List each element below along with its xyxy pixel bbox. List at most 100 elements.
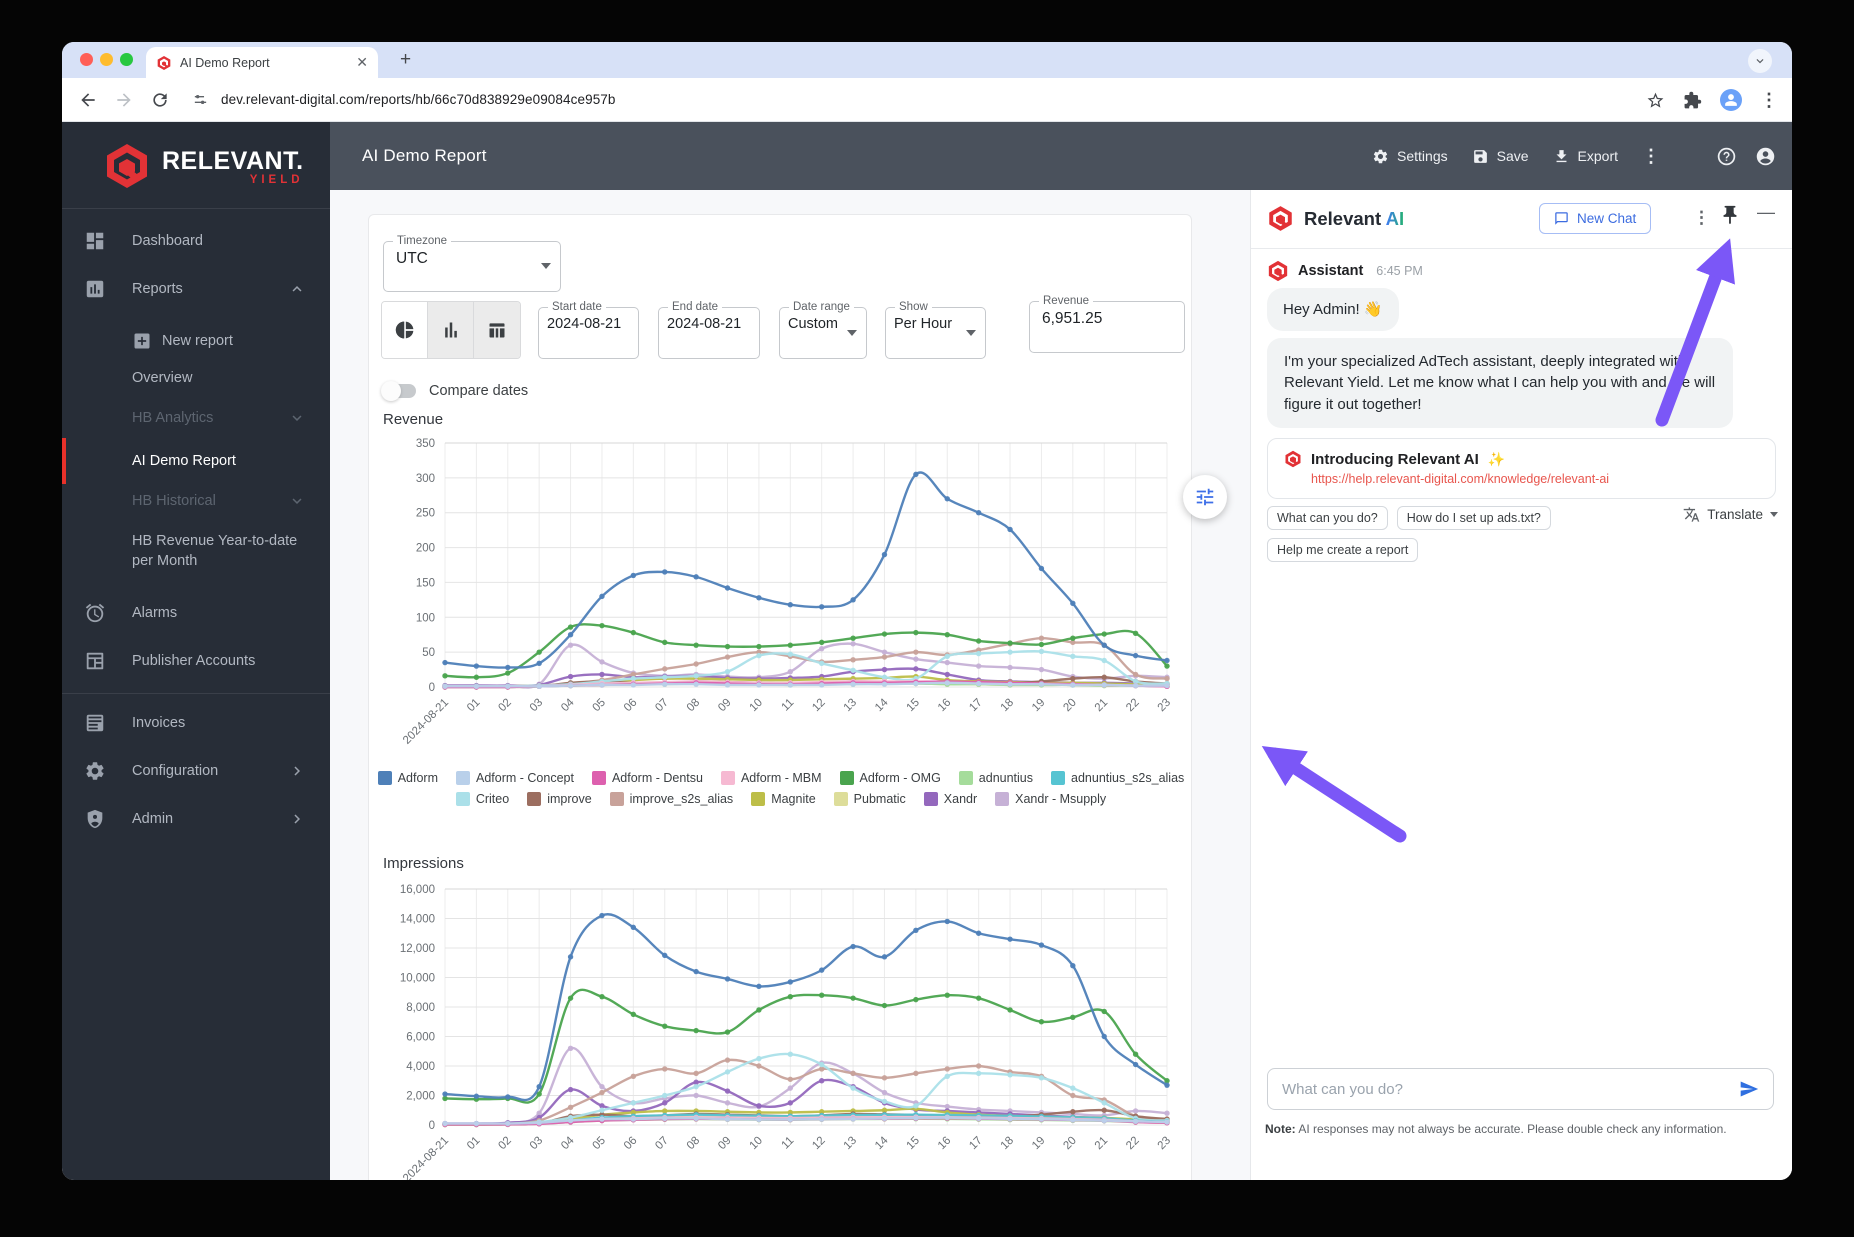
legend-item[interactable]: adnuntius [958, 771, 1033, 785]
sidebar-item-admin[interactable]: Admin [62, 807, 330, 831]
sidebar-item-publisher-accounts[interactable]: Publisher Accounts [62, 649, 330, 673]
svg-text:06: 06 [622, 1135, 640, 1153]
save-button[interactable]: Save [1472, 148, 1529, 165]
export-button[interactable]: Export [1553, 148, 1618, 165]
legend-item[interactable]: Adform - OMG [839, 771, 941, 785]
legend-item[interactable]: Xandr [923, 792, 977, 806]
chevron-down-icon [541, 263, 551, 269]
reload-icon[interactable] [150, 90, 170, 110]
browser-profile-avatar[interactable] [1720, 89, 1742, 111]
sidebar-item-hb-historical[interactable]: HB Historical [62, 489, 330, 513]
pie-chart-toggle[interactable] [382, 302, 428, 358]
sidebar-item-new-report[interactable]: New report [62, 329, 330, 353]
sidebar: RELEVANT. YIELD Dashboard Reports New re… [62, 122, 330, 1180]
svg-text:23: 23 [1156, 697, 1174, 715]
svg-text:01: 01 [465, 697, 483, 715]
legend-item[interactable]: improve_s2s_alias [609, 792, 733, 806]
knowledge-link-card[interactable]: Introducing Relevant AI ✨ https://help.r… [1267, 438, 1776, 499]
svg-text:04: 04 [559, 696, 577, 714]
translate-control[interactable]: Translate [1683, 506, 1778, 523]
chevron-right-icon [294, 766, 300, 776]
legend-item[interactable]: Adform - MBM [720, 771, 822, 785]
svg-text:14: 14 [873, 696, 891, 714]
legend-item[interactable]: Criteo [455, 792, 509, 806]
sidebar-item-configuration[interactable]: Configuration [62, 759, 330, 783]
legend-swatch [455, 792, 470, 806]
chip-ads-txt[interactable]: How do I set up ads.txt? [1396, 506, 1551, 530]
show-select[interactable]: Show Per Hour [885, 301, 986, 359]
legend-item[interactable]: Adform [377, 771, 438, 785]
new-tab-button[interactable]: + [400, 49, 411, 71]
bookmark-star-icon[interactable] [1646, 91, 1665, 110]
legend-swatch [377, 771, 392, 785]
legend-item[interactable]: improve [527, 792, 592, 806]
compare-dates-toggle[interactable]: Compare dates [381, 381, 528, 401]
ai-panel-more-icon[interactable]: ⋮ [1693, 208, 1710, 228]
forward-icon[interactable] [114, 90, 134, 110]
sidebar-item-invoices[interactable]: Invoices [62, 711, 330, 735]
chat-input[interactable] [1282, 1080, 1739, 1098]
pin-icon[interactable] [1719, 204, 1741, 226]
revenue-legend: Adform Adform - Concept Adform - Dentsu Adf… [369, 771, 1193, 806]
svg-text:19: 19 [1030, 1135, 1048, 1153]
svg-text:11: 11 [779, 697, 796, 714]
minimize-icon[interactable]: — [1757, 202, 1775, 223]
svg-text:300: 300 [416, 473, 435, 485]
sidebar-item-dashboard[interactable]: Dashboard [62, 229, 330, 253]
sidebar-item-alarms[interactable]: Alarms [62, 601, 330, 625]
legend-item[interactable]: Xandr - Msupply [995, 792, 1106, 806]
bar-chart-toggle[interactable] [428, 302, 474, 358]
legend-item[interactable]: Adform - Concept [455, 771, 574, 785]
date-range-select[interactable]: Date range Custom [779, 301, 867, 359]
sidebar-item-reports[interactable]: Reports [62, 277, 330, 301]
sidebar-item-overview[interactable]: Overview [62, 366, 330, 390]
brand-logo: RELEVANT. YIELD [102, 142, 304, 190]
traffic-light-zoom[interactable] [120, 53, 133, 66]
legend-item[interactable]: Adform - Dentsu [591, 771, 703, 785]
legend-item[interactable]: Pubmatic [833, 792, 906, 806]
extensions-icon[interactable] [1683, 91, 1702, 110]
timezone-select[interactable]: Timezone UTC [383, 235, 561, 292]
site-settings-icon[interactable] [192, 91, 209, 108]
svg-text:02: 02 [496, 1135, 514, 1153]
svg-text:17: 17 [967, 697, 985, 715]
table-toggle[interactable] [474, 302, 520, 358]
svg-text:02: 02 [496, 697, 514, 715]
assistant-message-header: Assistant 6:45 PM [1267, 260, 1423, 282]
sidebar-item-hb-analytics[interactable]: HB Analytics [62, 406, 330, 430]
browser-tab[interactable]: AI Demo Report ✕ [146, 47, 378, 78]
traffic-light-minimize[interactable] [100, 53, 113, 66]
svg-text:07: 07 [653, 1135, 671, 1153]
chip-create-report[interactable]: Help me create a report [1267, 538, 1419, 562]
svg-text:16: 16 [936, 697, 954, 715]
help-icon[interactable] [1716, 146, 1737, 167]
tab-close-icon[interactable]: ✕ [356, 54, 368, 71]
chart-settings-fab[interactable] [1183, 475, 1227, 519]
tab-search-chevron-icon[interactable] [1748, 49, 1772, 73]
legend-item[interactable]: adnuntius_s2s_alias [1051, 771, 1184, 785]
svg-text:07: 07 [653, 697, 671, 715]
new-chat-button[interactable]: New Chat [1539, 203, 1652, 234]
intro-message: I'm your specialized AdTech assistant, d… [1267, 338, 1733, 428]
header-more-icon[interactable]: ⋮ [1642, 146, 1660, 167]
svg-text:6,000: 6,000 [406, 1032, 435, 1044]
traffic-light-close[interactable] [80, 53, 93, 66]
back-icon[interactable] [78, 90, 98, 110]
send-icon[interactable] [1739, 1079, 1759, 1099]
svg-text:2,000: 2,000 [406, 1091, 435, 1103]
ai-panel-title: Relevant AI [1304, 208, 1405, 229]
account-icon[interactable] [1755, 146, 1776, 167]
url-bar[interactable]: dev.relevant-digital.com/reports/hb/66c7… [221, 92, 616, 107]
settings-button[interactable]: Settings [1372, 148, 1448, 165]
start-date-field[interactable]: Start date 2024-08-21 [538, 301, 639, 359]
relevant-logo-icon [107, 144, 147, 188]
revenue-metric-field[interactable]: Revenue 6,951.25 [1029, 295, 1185, 353]
knowledge-link[interactable]: https://help.relevant-digital.com/knowle… [1311, 472, 1759, 486]
sidebar-item-hb-revenue-ytd[interactable]: HB Revenue Year-to-date per Month [62, 527, 330, 577]
svg-text:03: 03 [528, 697, 546, 715]
sidebar-item-ai-demo-report[interactable]: AI Demo Report [62, 449, 330, 473]
browser-menu-icon[interactable]: ⋮ [1760, 90, 1778, 111]
legend-item[interactable]: Magnite [751, 792, 816, 806]
end-date-field[interactable]: End date 2024-08-21 [658, 301, 760, 359]
chip-what-can-you-do[interactable]: What can you do? [1267, 506, 1388, 530]
